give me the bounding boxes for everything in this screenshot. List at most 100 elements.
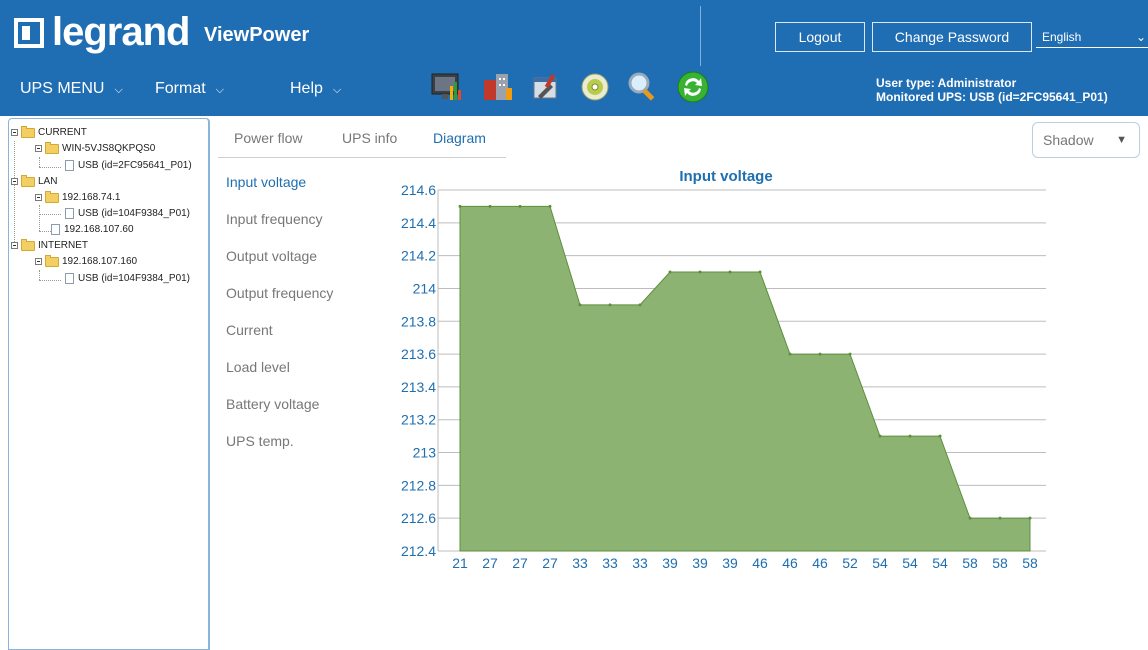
folder-icon: [45, 141, 59, 154]
ups-menu-label: UPS MENU: [20, 80, 105, 97]
tools-icon[interactable]: [528, 70, 562, 104]
x-tick-label: 52: [842, 555, 858, 571]
x-tick-label: 27: [482, 555, 498, 571]
tree-label: 192.168.107.60: [64, 224, 134, 235]
param-output-voltage[interactable]: Output voltage: [226, 248, 317, 264]
tree-label: 192.168.74.1: [62, 192, 121, 203]
x-tick-label: 33: [632, 555, 648, 571]
file-icon: [65, 273, 74, 284]
data-point: [458, 204, 462, 208]
collapse-icon[interactable]: [11, 129, 18, 136]
chart-style-select[interactable]: Shadow ▼: [1032, 122, 1140, 158]
param-input-voltage[interactable]: Input voltage: [226, 174, 306, 190]
refresh-icon[interactable]: [676, 70, 710, 104]
collapse-icon[interactable]: [11, 178, 18, 185]
tree-node-current[interactable]: CURRENT: [11, 125, 87, 138]
tree-label: USB (id=104F9384_P01): [78, 208, 191, 219]
data-point: [578, 303, 582, 307]
logout-button[interactable]: Logout: [775, 22, 865, 52]
param-ups-temp[interactable]: UPS temp.: [226, 433, 294, 449]
tree-label: WIN-5VJS8QKPQS0: [62, 143, 156, 154]
param-output-frequency[interactable]: Output frequency: [226, 285, 333, 301]
tree-label: INTERNET: [38, 240, 88, 251]
magnifier-icon[interactable]: [626, 70, 660, 104]
y-tick-label: 214.6: [401, 182, 436, 198]
tree-node-internet-usb[interactable]: USB (id=104F9384_P01): [65, 273, 190, 284]
chevron-down-icon: ⌵: [114, 84, 123, 96]
tree-node-current-usb[interactable]: USB (id=2FC95641_P01): [65, 160, 192, 171]
tree-guide-line: [39, 214, 61, 215]
collapse-icon[interactable]: [11, 242, 18, 249]
folder-icon: [21, 238, 35, 251]
legrand-logo: legrand: [14, 10, 190, 55]
tree-node-internet-host[interactable]: 192.168.107.160: [35, 254, 138, 267]
format-menu-label: Format: [155, 80, 206, 97]
data-point: [968, 516, 972, 520]
monitor-chart-icon[interactable]: [430, 70, 464, 104]
y-tick-label: 212.6: [401, 510, 436, 526]
x-tick-label: 46: [812, 555, 828, 571]
tree-node-lan-usb[interactable]: USB (id=104F9384_P01): [65, 208, 190, 219]
tree-node-lan[interactable]: LAN: [11, 174, 57, 187]
param-battery-voltage[interactable]: Battery voltage: [226, 396, 319, 412]
tree-guide-line: [39, 205, 40, 231]
tree-node-internet[interactable]: INTERNET: [11, 238, 88, 251]
chevron-down-icon: ⌵: [215, 84, 225, 96]
app-header: legrand ViewPower Logout Change Password…: [0, 0, 1148, 116]
tree-label: USB (id=104F9384_P01): [78, 273, 191, 284]
logo-text: legrand: [52, 10, 190, 54]
x-tick-label: 46: [752, 555, 768, 571]
param-current[interactable]: Current: [226, 322, 273, 338]
view-tabs: Power flow UPS info Diagram: [218, 126, 506, 158]
change-password-button[interactable]: Change Password: [872, 22, 1032, 52]
data-point: [1028, 516, 1032, 520]
tab-power-flow[interactable]: Power flow: [234, 130, 302, 146]
tree-node-lan-host1[interactable]: 192.168.74.1: [35, 190, 121, 203]
tab-diagram[interactable]: Diagram: [433, 130, 486, 146]
data-point: [698, 270, 702, 274]
tree-node-current-host[interactable]: WIN-5VJS8QKPQS0: [35, 141, 156, 154]
x-tick-label: 58: [962, 555, 978, 571]
chart-title: Input voltage: [679, 168, 772, 185]
chevron-down-icon: ⌄: [1135, 30, 1146, 44]
ups-menu[interactable]: UPS MENU ⌵: [20, 80, 123, 98]
collapse-icon[interactable]: [35, 145, 42, 152]
tree-node-lan-host2[interactable]: 192.168.107.60: [51, 224, 134, 235]
param-load-level[interactable]: Load level: [226, 359, 290, 375]
collapse-icon[interactable]: [35, 194, 42, 201]
tree-label: CURRENT: [38, 127, 87, 138]
tree-guide-line: [39, 157, 40, 167]
folder-icon: [45, 190, 59, 203]
x-tick-label: 54: [902, 555, 918, 571]
help-menu[interactable]: Help ⌵: [290, 80, 341, 98]
tree-label: 192.168.107.160: [62, 256, 138, 267]
x-tick-label: 27: [512, 555, 528, 571]
help-menu-label: Help: [290, 80, 323, 97]
disc-icon[interactable]: [578, 70, 612, 104]
y-tick-label: 213.4: [401, 379, 436, 395]
x-tick-label: 39: [692, 555, 708, 571]
collapse-icon[interactable]: [35, 258, 42, 265]
user-type-text: User type: Administrator: [876, 76, 1017, 90]
legrand-logo-mark-icon: [14, 17, 44, 48]
tab-ups-info[interactable]: UPS info: [342, 130, 397, 146]
format-menu[interactable]: Format ⌵: [155, 80, 224, 98]
tree-guide-line: [39, 280, 61, 281]
device-tree-panel: CURRENT WIN-5VJS8QKPQS0 USB (id=2FC95641…: [8, 118, 210, 650]
series-area: [459, 205, 1031, 552]
y-tick-label: 214.2: [401, 248, 436, 264]
data-point: [848, 352, 852, 356]
param-input-frequency[interactable]: Input frequency: [226, 211, 323, 227]
file-icon: [65, 160, 74, 171]
language-select[interactable]: English ⌄: [1036, 26, 1148, 48]
data-point: [878, 434, 882, 438]
tree-guide-line: [39, 167, 61, 168]
folder-icon: [21, 125, 35, 138]
data-point: [608, 303, 612, 307]
x-tick-label: 46: [782, 555, 798, 571]
building-icon[interactable]: [480, 70, 514, 104]
app-name: ViewPower: [204, 24, 310, 46]
language-value: English: [1042, 30, 1082, 44]
tree-guide-line: [39, 270, 40, 280]
x-tick-label: 39: [722, 555, 738, 571]
